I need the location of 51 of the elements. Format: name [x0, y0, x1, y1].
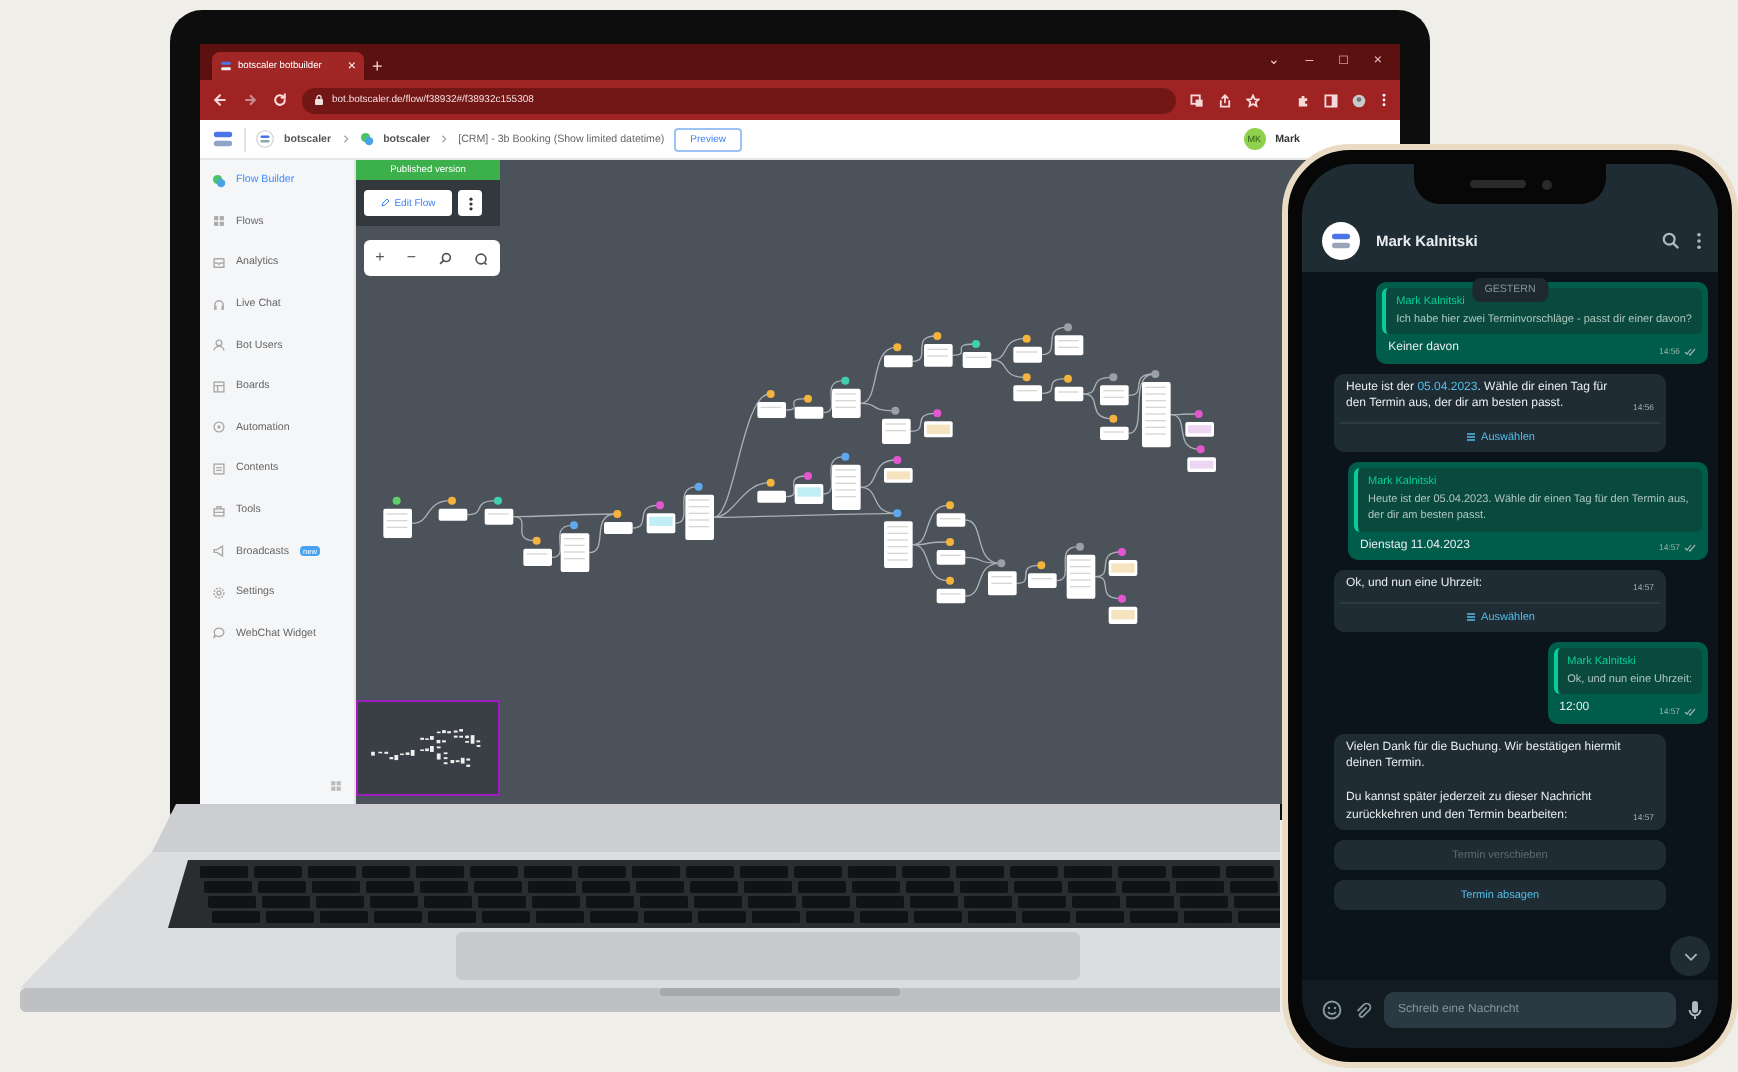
- tray-icon: [212, 255, 226, 270]
- toolbox-icon: [212, 503, 226, 518]
- forward-arrow-icon[interactable]: [242, 92, 258, 108]
- gear-icon: [212, 585, 226, 600]
- scroll-down-button[interactable]: [1670, 936, 1710, 976]
- logo-icon: [1330, 231, 1352, 249]
- translate-icon[interactable]: [1190, 93, 1204, 107]
- double-check-icon: [1684, 544, 1696, 552]
- reload-icon[interactable]: [272, 92, 288, 108]
- pencil-icon: [380, 198, 391, 208]
- megaphone-icon: [212, 544, 226, 559]
- more-vertical-icon[interactable]: [1696, 231, 1702, 249]
- headset-icon: [212, 297, 226, 312]
- zoom-out-button[interactable]: −: [406, 250, 417, 266]
- back-arrow-icon[interactable]: [212, 92, 228, 108]
- zoom-in-button[interactable]: +: [375, 250, 385, 266]
- more-vertical-icon[interactable]: [1380, 92, 1388, 108]
- share-icon[interactable]: [1218, 93, 1232, 107]
- brand-logo-icon: [256, 130, 274, 148]
- double-check-icon: [1684, 347, 1696, 355]
- circle-icon: [212, 420, 226, 435]
- search-icon[interactable]: [1662, 231, 1680, 249]
- search-icon[interactable]: [438, 251, 453, 265]
- smiley-icon[interactable]: [1322, 1000, 1342, 1020]
- profile-icon[interactable]: [1352, 93, 1366, 107]
- paperclip-icon[interactable]: [1354, 1001, 1372, 1019]
- grid-icon: [212, 214, 226, 229]
- list-icon: [1465, 432, 1476, 443]
- chevron-right-icon: [341, 134, 350, 144]
- more-button[interactable]: [458, 190, 482, 216]
- minimap[interactable]: [356, 700, 500, 796]
- more-vertical-icon: [467, 195, 473, 211]
- chevron-right-icon: [440, 134, 449, 144]
- list-icon: [1465, 612, 1476, 623]
- puzzle-icon[interactable]: [1296, 93, 1310, 107]
- person-icon: [212, 338, 226, 353]
- chat-bubble-icon: [212, 626, 226, 641]
- side-panel-icon[interactable]: [1324, 93, 1338, 107]
- star-icon[interactable]: [1246, 93, 1260, 107]
- microphone-icon[interactable]: [1688, 1000, 1702, 1020]
- document-icon: [212, 461, 226, 476]
- board-icon: [212, 379, 226, 394]
- lock-icon: [314, 94, 324, 106]
- chat-bubbles-icon: [212, 173, 226, 188]
- chevron-down-icon: [1683, 951, 1697, 961]
- focus-icon[interactable]: [474, 251, 489, 265]
- double-check-icon: [1684, 707, 1696, 715]
- chat-bubbles-icon: [359, 132, 374, 146]
- new-tab-button[interactable]: +: [372, 52, 383, 80]
- logo-icon: [220, 60, 232, 72]
- logo-icon: [212, 128, 234, 150]
